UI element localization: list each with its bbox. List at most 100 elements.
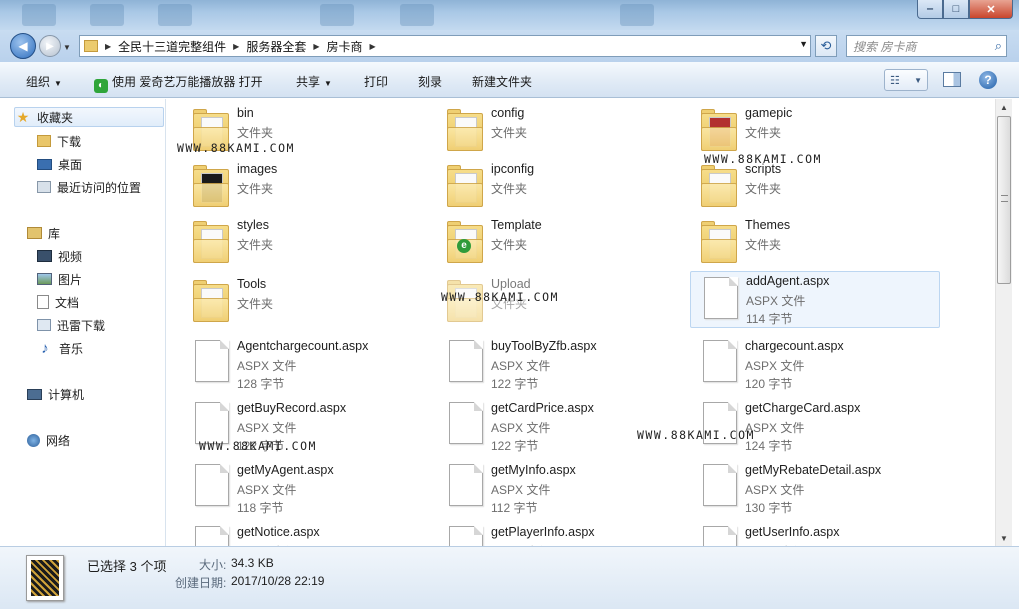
organize-menu[interactable]: 组织 ▼ bbox=[26, 73, 62, 90]
back-button[interactable]: ◀ bbox=[10, 33, 36, 59]
file-type: 文件夹 bbox=[491, 182, 528, 196]
file-tile[interactable]: chargecount.aspx ASPX 文件 120 字节 bbox=[693, 336, 943, 392]
folder-tile[interactable]: e Template 文件夹 bbox=[439, 215, 689, 271]
history-dropdown[interactable]: ▼ bbox=[63, 43, 71, 52]
address-bar[interactable]: ▶ 全民十三道完整组件 ▶ 服务器全套 ▶ 房卡商 ▶ ▼ bbox=[79, 35, 811, 57]
star-icon: ★ bbox=[16, 108, 30, 125]
breadcrumb-separator[interactable]: ▶ bbox=[102, 42, 114, 51]
file-name: config bbox=[491, 106, 525, 120]
aspx-file-icon bbox=[449, 464, 483, 506]
file-size: 130 字节 bbox=[745, 501, 793, 515]
refresh-button[interactable]: ⟲ bbox=[815, 35, 837, 57]
vertical-scrollbar[interactable]: ▲ ▼ bbox=[995, 99, 1012, 546]
file-tile-selected[interactable]: addAgent.aspx ASPX 文件 114 字节 bbox=[690, 271, 940, 328]
selection-thumbnail bbox=[26, 555, 64, 601]
chevron-down-icon[interactable]: ▼ bbox=[799, 39, 808, 49]
file-tile[interactable]: getMyRebateDetail.aspx ASPX 文件 130 字节 bbox=[693, 460, 943, 516]
aspx-file-icon bbox=[449, 340, 483, 382]
burn-button[interactable]: 刻录 bbox=[418, 73, 442, 90]
folder-tile[interactable]: config 文件夹 bbox=[439, 103, 689, 159]
sidebar-item-label: 最近访问的位置 bbox=[57, 180, 142, 195]
file-type: ASPX 文件 bbox=[237, 483, 297, 497]
aspx-file-icon bbox=[704, 277, 738, 319]
share-menu[interactable]: 共享 ▼ bbox=[296, 73, 332, 90]
search-placeholder: 搜索 房卡商 bbox=[853, 39, 917, 54]
sidebar-item-label: 库 bbox=[48, 226, 61, 241]
breadcrumb-separator[interactable]: ▶ bbox=[310, 42, 322, 51]
breadcrumb-item[interactable]: 全民十三道完整组件 bbox=[114, 38, 230, 55]
file-name: Tools bbox=[237, 277, 267, 291]
sidebar-item-recent[interactable]: 最近访问的位置 bbox=[37, 177, 141, 197]
file-tile[interactable]: getMyInfo.aspx ASPX 文件 112 字节 bbox=[439, 460, 689, 516]
close-button[interactable]: ✕ bbox=[969, 0, 1013, 19]
sidebar-item-videos[interactable]: 视频 bbox=[37, 246, 82, 266]
ie-badge-icon: e bbox=[457, 239, 471, 253]
file-tile[interactable]: getCardPrice.aspx ASPX 文件 122 字节 bbox=[439, 398, 689, 454]
folder-icon bbox=[191, 219, 231, 263]
sidebar-item-computer[interactable]: 计算机 bbox=[27, 384, 84, 404]
file-tile[interactable]: getPlayerInfo.aspxASPX 文件 bbox=[439, 522, 689, 546]
folder-tile[interactable]: Themes 文件夹 bbox=[693, 215, 943, 271]
breadcrumb-item[interactable]: 房卡商 bbox=[323, 38, 367, 55]
created-date-value: 2017/10/28 22:19 bbox=[231, 574, 325, 588]
sidebar-item-desktop[interactable]: 桌面 bbox=[37, 154, 82, 174]
folder-tile[interactable]: styles 文件夹 bbox=[185, 215, 435, 271]
chevron-down-icon: ▼ bbox=[54, 79, 62, 88]
chevron-down-icon: ▼ bbox=[324, 79, 332, 88]
folder-icon bbox=[445, 107, 485, 151]
sidebar-item-pictures[interactable]: 图片 bbox=[37, 269, 82, 289]
help-button[interactable]: ? bbox=[979, 71, 997, 89]
preview-pane-button[interactable] bbox=[943, 72, 961, 87]
aspx-file-icon bbox=[195, 340, 229, 382]
breadcrumb-item[interactable]: 服务器全套 bbox=[242, 38, 310, 55]
title-bar: ‒ □ ✕ bbox=[0, 0, 1019, 30]
minimize-button[interactable]: ‒ bbox=[917, 0, 943, 19]
watermark-text: WWW.88KAMI.COM bbox=[441, 290, 559, 304]
folder-tile[interactable]: gamepic 文件夹 bbox=[693, 103, 943, 159]
file-tile[interactable]: getChargeCard.aspx ASPX 文件 124 字节 bbox=[693, 398, 943, 454]
scrollbar-thumb[interactable] bbox=[997, 116, 1011, 284]
sidebar-item-label: 文档 bbox=[55, 295, 80, 310]
change-view-button[interactable]: ☷ ▼ bbox=[884, 69, 928, 91]
file-tile[interactable]: getUserInfo.aspxASPX 文件 bbox=[693, 522, 943, 546]
folder-tile[interactable]: images 文件夹 bbox=[185, 159, 435, 215]
file-tile[interactable]: getNotice.aspxASPX 文件 bbox=[185, 522, 435, 546]
sidebar-item-label: 桌面 bbox=[58, 157, 83, 172]
open-with-button[interactable]: ◐ 使用 爱奇艺万能播放器 打开 bbox=[94, 73, 263, 93]
sidebar-item-label: 下载 bbox=[57, 134, 82, 149]
details-pane: 已选择 3 个项 大小: 34.3 KB 创建日期: 2017/10/28 22… bbox=[0, 546, 1019, 609]
sidebar-item-documents[interactable]: 文档 bbox=[37, 292, 79, 312]
search-icon[interactable]: ⌕ bbox=[995, 38, 1002, 54]
file-tile[interactable]: getMyAgent.aspx ASPX 文件 118 字节 bbox=[185, 460, 435, 516]
print-button[interactable]: 打印 bbox=[364, 73, 388, 90]
folder-tile[interactable]: scripts 文件夹 bbox=[693, 159, 943, 215]
folder-tile[interactable]: Tools 文件夹 bbox=[185, 274, 435, 330]
file-size: 122 字节 bbox=[491, 377, 539, 391]
forward-button[interactable]: ▶ bbox=[39, 35, 61, 57]
sidebar-item-xunlei[interactable]: 迅雷下载 bbox=[37, 315, 105, 335]
file-name: buyToolByZfb.aspx bbox=[491, 339, 597, 353]
scroll-down-icon[interactable]: ▼ bbox=[996, 530, 1012, 546]
open-with-label: 使用 爱奇艺万能播放器 打开 bbox=[112, 75, 263, 89]
taskbar-ghost bbox=[320, 4, 354, 26]
sidebar-item-favorites[interactable]: ★ 收藏夹 bbox=[14, 107, 164, 127]
maximize-button[interactable]: □ bbox=[943, 0, 969, 19]
file-name: Template bbox=[491, 218, 542, 232]
scroll-up-icon[interactable]: ▲ bbox=[996, 99, 1012, 115]
video-icon bbox=[37, 250, 52, 262]
sidebar-item-libraries[interactable]: 库 bbox=[27, 223, 60, 243]
new-folder-button[interactable]: 新建文件夹 bbox=[472, 73, 532, 90]
folder-tile[interactable]: ipconfig 文件夹 bbox=[439, 159, 689, 215]
sidebar-item-network[interactable]: 网络 bbox=[27, 430, 70, 450]
watermark-text: WWW.88KAMI.COM bbox=[199, 439, 317, 453]
sidebar-item-music[interactable]: ♪ 音乐 bbox=[37, 338, 83, 358]
breadcrumb-separator[interactable]: ▶ bbox=[367, 42, 379, 51]
file-tile[interactable]: buyToolByZfb.aspx ASPX 文件 122 字节 bbox=[439, 336, 689, 392]
sidebar-item-downloads[interactable]: 下载 bbox=[37, 131, 81, 151]
file-type: ASPX 文件 bbox=[237, 359, 297, 373]
file-tile[interactable]: Agentchargecount.aspx ASPX 文件 128 字节 bbox=[185, 336, 435, 392]
file-name: getMyInfo.aspx bbox=[491, 463, 576, 477]
file-name: addAgent.aspx bbox=[746, 274, 830, 288]
breadcrumb-separator[interactable]: ▶ bbox=[230, 42, 242, 51]
search-input[interactable]: 搜索 房卡商 ⌕ bbox=[846, 35, 1007, 57]
